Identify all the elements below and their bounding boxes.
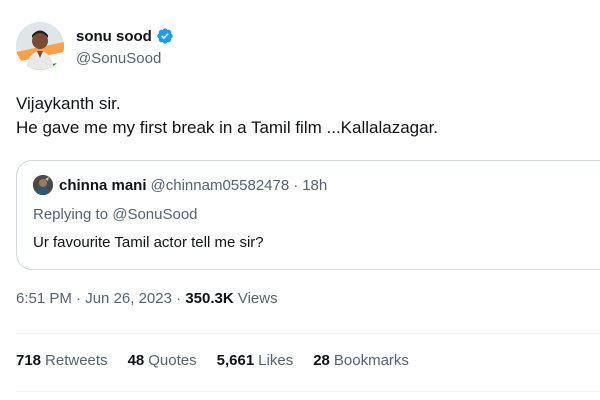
quotes-count: 48 [127, 352, 145, 369]
tweet-detail: sonu sood @SonuSood Vijaykanth sir. He g… [0, 0, 600, 400]
author-names: sonu sood @SonuSood [76, 26, 174, 67]
quoted-tweet-text: Ur favourite Tamil actor tell me sir? [33, 234, 264, 251]
quoted-author-avatar[interactable] [33, 175, 53, 195]
divider-bottom [16, 391, 600, 392]
quoted-timestamp[interactable]: 18h [302, 177, 327, 194]
quoted-avatar-icon [33, 175, 53, 195]
tweet-text: Vijaykanth sir. He gave me my first brea… [16, 94, 439, 137]
quotes-stat[interactable]: 48 Quotes [128, 352, 197, 369]
quoted-tweet-card[interactable]: chinna mani @chinnam05582478 · 18h Reply… [16, 160, 600, 270]
replying-prefix: Replying to [33, 206, 109, 223]
quoted-tweet-header: chinna mani @chinnam05582478 · 18h [33, 175, 327, 195]
engagement-stats: 718 Retweets 48 Quotes 5,661 Likes 28 Bookma… [16, 352, 429, 369]
verified-badge-icon[interactable] [156, 27, 174, 45]
replying-to-mention[interactable]: @SonuSood [112, 206, 197, 223]
retweets-stat[interactable]: 718 Retweets [16, 352, 108, 369]
quoted-separator: · [293, 176, 299, 194]
views-label: Views [237, 290, 278, 307]
meta-separator: · [76, 290, 82, 307]
views-count: 350.3K [185, 290, 234, 307]
divider-top [16, 333, 600, 334]
retweets-count: 718 [16, 352, 42, 369]
likes-count: 5,661 [216, 352, 255, 369]
quotes-label: Quotes [148, 352, 197, 369]
likes-label: Likes [258, 352, 294, 369]
profile-photo-icon [16, 22, 64, 70]
tweet-time[interactable]: 6:51 PM [16, 290, 72, 307]
meta-separator-2: · [176, 290, 182, 307]
author-avatar[interactable] [16, 22, 64, 70]
bookmarks-count: 28 [313, 352, 330, 369]
quoted-author-handle[interactable]: @chinnam05582478 [151, 177, 290, 194]
bookmarks-label: Bookmarks [333, 352, 409, 369]
author-display-name[interactable]: sonu sood [76, 28, 152, 45]
name-row: sonu sood [76, 26, 174, 46]
author-handle[interactable]: @SonuSood [76, 50, 174, 67]
quoted-author-name[interactable]: chinna mani [59, 177, 147, 194]
tweet-header: sonu sood @SonuSood [16, 22, 174, 70]
tweet-meta: 6:51 PM · Jun 26, 2023 · 350.3K Views [16, 290, 278, 307]
bookmarks-stat[interactable]: 28 Bookmarks [313, 352, 409, 369]
replying-to-line: Replying to @SonuSood [33, 206, 198, 223]
retweets-label: Retweets [45, 352, 108, 369]
tweet-date[interactable]: Jun 26, 2023 [85, 290, 172, 307]
likes-stat[interactable]: 5,661 Likes [217, 352, 294, 369]
